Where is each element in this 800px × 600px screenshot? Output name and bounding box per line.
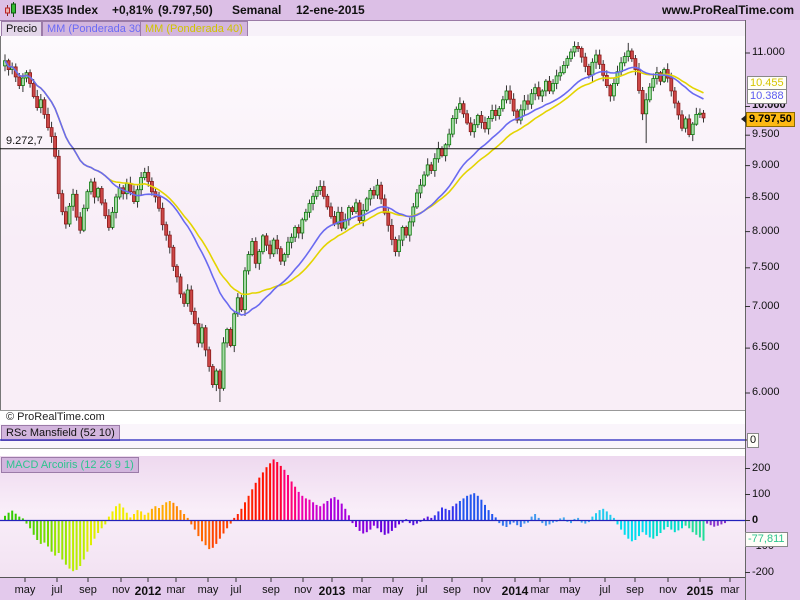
time-tick-label: mar — [352, 584, 372, 596]
last-price-arrow-icon — [741, 115, 746, 123]
price-tick-label: 8.000 — [752, 224, 780, 237]
time-tick-label: mar — [720, 584, 740, 596]
time-tick-label: may — [14, 584, 36, 596]
rsc-zero-box: 0 — [747, 433, 760, 448]
time-tick-label: sep — [79, 584, 97, 596]
price-tick-label: 7.000 — [752, 299, 780, 312]
candles-group — [3, 41, 706, 402]
macd-value-box: -77,811 — [745, 532, 788, 547]
ma30-value-box: 10.388 — [747, 89, 787, 104]
time-tick-label: mar — [166, 584, 186, 596]
time-tick-label: jul — [599, 584, 611, 596]
last-price-box: 9.797,50 — [746, 112, 795, 127]
price-tick-label: 9.500 — [752, 128, 780, 141]
hline-price-label: 9.272,7 — [6, 134, 43, 147]
ma40-line — [4, 60, 704, 296]
time-tick-label: sep — [262, 584, 280, 596]
macd-tick-label: 200 — [752, 461, 771, 474]
ma30-line — [4, 60, 704, 316]
chart-canvas[interactable] — [0, 0, 800, 600]
time-tick-label: may — [559, 584, 581, 596]
time-tick-label: 2015 — [686, 584, 714, 598]
time-tick-label: nov — [473, 584, 491, 596]
macd-tick-label: 100 — [752, 487, 771, 500]
price-tick-label: 6.500 — [752, 341, 780, 354]
macd-bars-group — [4, 459, 726, 572]
price-tick-label: 7.500 — [752, 260, 780, 273]
price-tick-label: 6.000 — [752, 386, 780, 398]
time-tick-label: jul — [230, 584, 242, 596]
time-tick-label: jul — [416, 584, 428, 596]
price-tick-label: 8.500 — [752, 190, 780, 203]
price-tick-label: 11.000 — [752, 46, 785, 58]
time-tick-label: 2013 — [318, 584, 346, 598]
prorealtime-chart-window: IBEX35 Index +0,81% (9.797,50) Semanal 1… — [0, 0, 800, 600]
time-tick-label: nov — [659, 584, 677, 596]
price-tick-label: 9.000 — [752, 158, 780, 171]
macd-tick-label: -200 — [752, 565, 775, 578]
time-tick-label: sep — [626, 584, 644, 596]
macd-tick-label: 0 — [752, 513, 759, 526]
time-tick-label: sep — [443, 584, 461, 596]
time-tick-label: mar — [530, 584, 550, 596]
time-tick-label: jul — [51, 584, 63, 596]
